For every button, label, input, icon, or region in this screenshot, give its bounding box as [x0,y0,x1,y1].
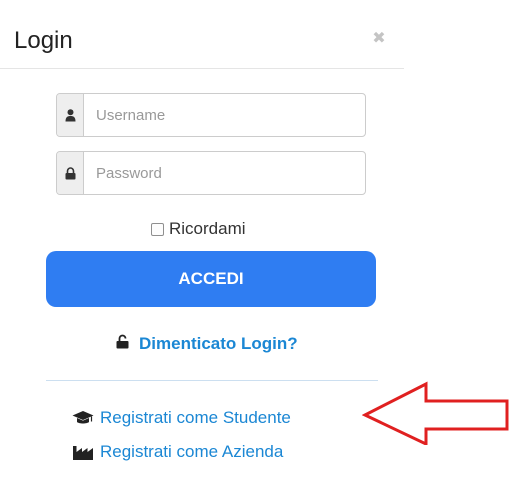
close-icon[interactable]: ✖ [371,31,387,47]
register-company-link[interactable]: Registrati come Azienda [72,442,283,462]
forgot-login-link[interactable]: Dimenticato Login? [116,334,298,354]
remember-label: Ricordami [169,219,246,238]
register-student-label: Registrati come Studente [100,408,291,427]
login-button[interactable]: ACCEDI [46,251,376,307]
user-icon [57,94,84,136]
password-input-group [56,151,366,195]
dialog-header: Login ✖ [0,0,404,69]
forgot-login-label: Dimenticato Login? [139,334,298,353]
username-input[interactable] [84,94,365,136]
login-dialog: Login ✖ Ricordami ACCEDI [0,0,404,491]
lock-icon [57,152,84,194]
remember-me: Ricordami [151,218,246,240]
annotation-arrow-icon [362,381,509,445]
dialog-title: Login [14,27,73,54]
remember-checkbox[interactable] [151,222,164,236]
username-input-group [56,93,366,137]
graduation-cap-icon [72,410,100,426]
industry-icon [72,444,100,460]
password-input[interactable] [84,152,365,194]
register-student-link[interactable]: Registrati come Studente [72,408,291,428]
divider [46,380,378,381]
unlock-icon [116,334,139,354]
register-company-label: Registrati come Azienda [100,442,284,461]
